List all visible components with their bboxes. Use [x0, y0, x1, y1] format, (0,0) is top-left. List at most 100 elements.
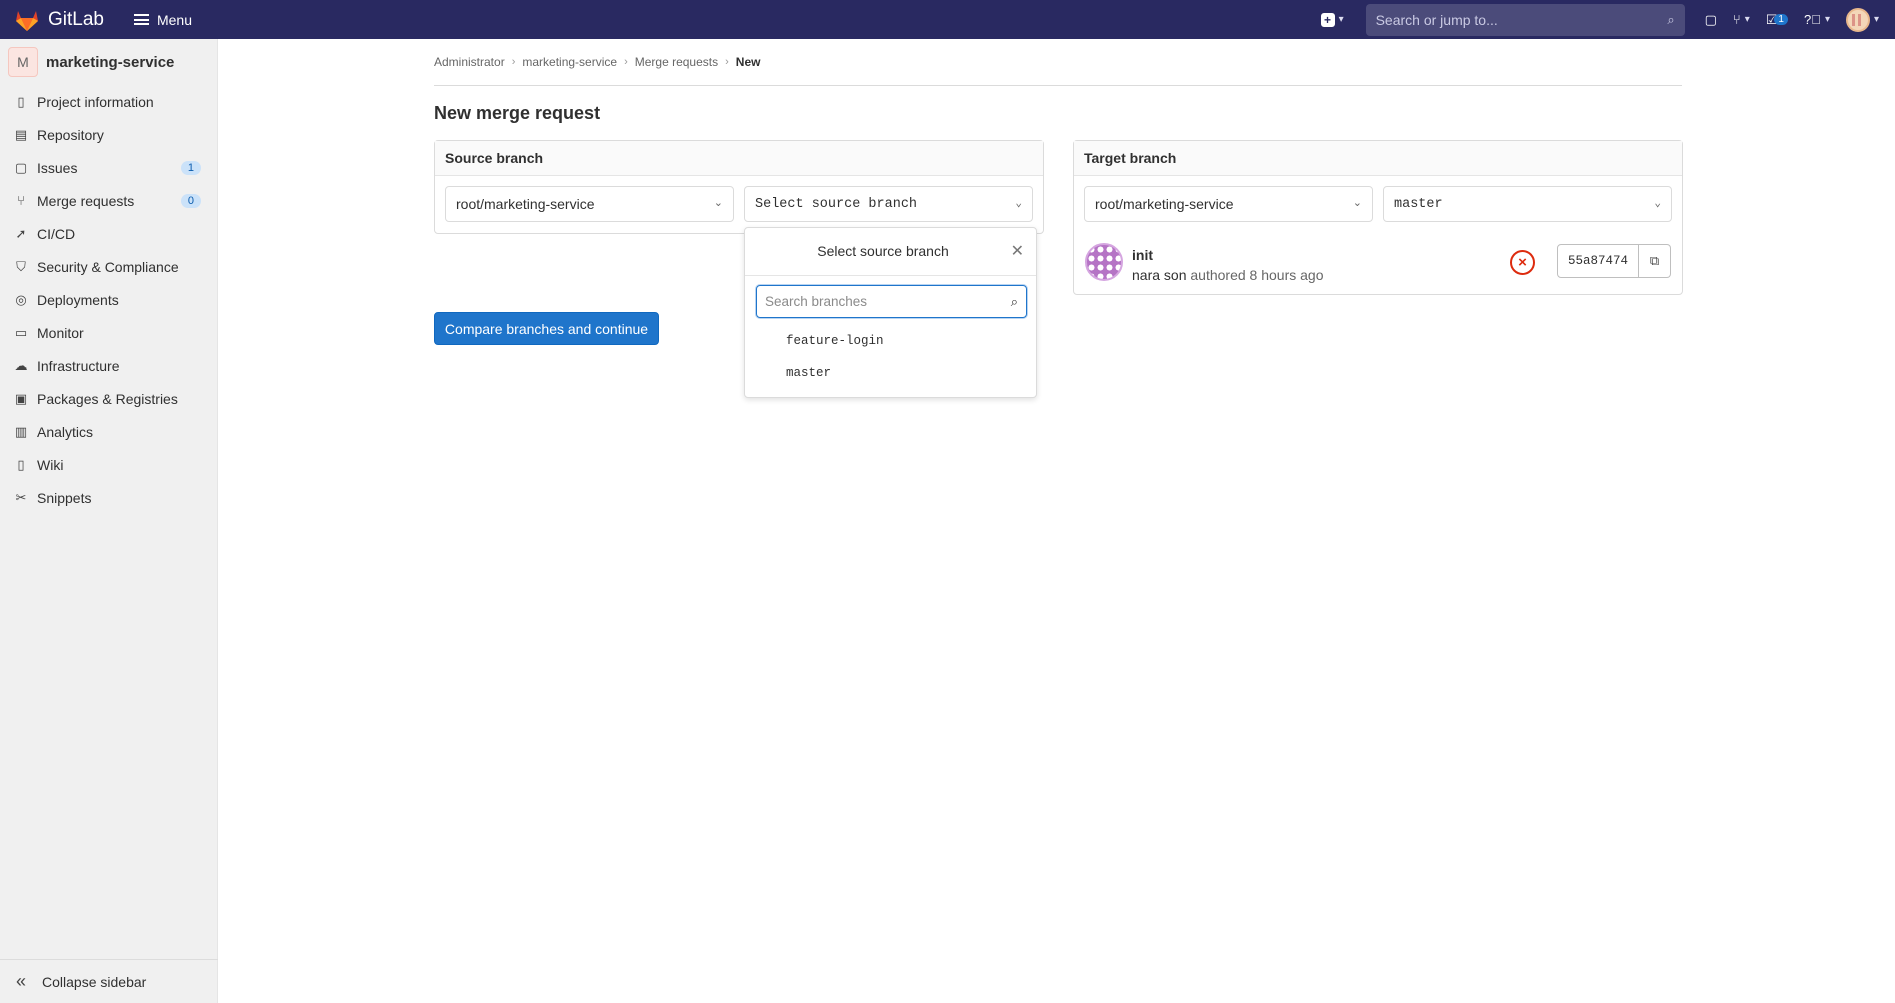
- chevron-right-icon: ›: [725, 56, 729, 68]
- chevron-down-icon: ⌄: [1015, 198, 1022, 210]
- sidebar-project-header[interactable]: M marketing-service: [0, 39, 217, 85]
- source-project-dropdown[interactable]: root/marketing-service ⌄: [445, 186, 734, 222]
- sidebar-item-cicd[interactable]: ➚ CI/CD: [0, 217, 217, 250]
- sidebar-item-label: Monitor: [37, 324, 84, 341]
- breadcrumb-current[interactable]: New: [736, 55, 761, 69]
- top-navbar: GitLab Menu + ▾ ⌕ ▢ ⑂▾ ☑1 ?⃝▾ ▾: [0, 0, 1895, 39]
- sidebar-item-label: Infrastructure: [37, 357, 120, 374]
- chevron-down-icon: ⌄: [1654, 198, 1661, 210]
- compare-branches-button[interactable]: Compare branches and continue: [434, 312, 659, 345]
- help-button[interactable]: ?⃝ ▾: [1804, 12, 1830, 27]
- sidebar-item-issues[interactable]: ▢ Issues 1: [0, 151, 217, 184]
- sidebar-item-label: CI/CD: [37, 225, 76, 242]
- collapse-sidebar-button[interactable]: « Collapse sidebar: [0, 959, 218, 1003]
- merge-requests-shortcut[interactable]: ⑂ ▾: [1733, 12, 1750, 27]
- menu-button[interactable]: Menu: [133, 11, 193, 28]
- search-icon: ⌕: [1010, 293, 1018, 309]
- divider: [745, 275, 1036, 276]
- commit-author[interactable]: nara son: [1132, 267, 1186, 283]
- shield-icon: ⛉: [16, 258, 26, 274]
- branch-option[interactable]: feature-login: [786, 334, 884, 348]
- sidebar-item-analytics[interactable]: ▥ Analytics: [0, 415, 217, 448]
- todo-count-badge: 1: [1774, 14, 1788, 25]
- branch-option[interactable]: master: [786, 366, 831, 380]
- commit-meta: nara son authored 8 hours ago: [1132, 267, 1323, 283]
- sidebar-item-infrastructure[interactable]: ☁ Infrastructure: [0, 349, 217, 382]
- sidebar-item-repository[interactable]: ▤ Repository: [0, 118, 217, 151]
- target-project-dropdown[interactable]: root/marketing-service ⌄: [1084, 186, 1373, 222]
- sidebar-item-deployments[interactable]: ◎ Deployments: [0, 283, 217, 316]
- merge-request-icon: ⑂: [17, 193, 25, 208]
- chevron-down-icon: ⌄: [1352, 197, 1362, 209]
- chevron-down-icon: ⌄: [713, 197, 723, 209]
- sidebar-item-label: Issues: [37, 159, 78, 176]
- menu-label: Menu: [156, 11, 193, 28]
- commit-title[interactable]: init: [1132, 247, 1153, 263]
- source-branch-heading: Source branch: [435, 141, 1043, 176]
- target-branch-dropdown[interactable]: master ⌄: [1383, 186, 1672, 222]
- target-branch-heading: Target branch: [1074, 141, 1682, 176]
- cloud-icon: ☁: [14, 357, 28, 373]
- branch-search-input[interactable]: [765, 294, 1011, 309]
- brand-name: GitLab: [48, 8, 104, 30]
- new-dropdown-button[interactable]: + ▾: [1320, 12, 1344, 27]
- breadcrumb-item[interactable]: Administrator: [434, 55, 505, 69]
- sidebar-item-merge-requests[interactable]: ⑂ Merge requests 0: [0, 184, 217, 217]
- issues-icon: ▢: [1704, 11, 1717, 27]
- rocket-icon: ➚: [15, 225, 27, 241]
- user-menu[interactable]: ▾: [1845, 7, 1879, 32]
- sidebar-item-security[interactable]: ⛉ Security & Compliance: [0, 250, 217, 283]
- page-title: New merge request: [434, 103, 601, 123]
- breadcrumb-item[interactable]: marketing-service: [522, 55, 617, 69]
- gitlab-logo-icon: [16, 10, 38, 31]
- global-search[interactable]: ⌕: [1365, 3, 1685, 36]
- chevron-right-icon: ›: [511, 56, 516, 68]
- breadcrumb: Administrator › marketing-service › Merg…: [434, 55, 760, 69]
- breadcrumb-item[interactable]: Merge requests: [635, 55, 718, 69]
- project-sidebar: M marketing-service ▯ Project informatio…: [0, 39, 218, 1003]
- hamburger-icon: [133, 14, 149, 25]
- user-avatar: [1845, 7, 1870, 32]
- todos-shortcut[interactable]: ☑ 1: [1766, 12, 1788, 28]
- merge-request-icon: ⑂: [1732, 12, 1741, 27]
- source-branch-popover: Select source branch ✕ ⌕ feature-login m…: [744, 227, 1037, 398]
- sidebar-item-wiki[interactable]: ▯ Wiki: [0, 448, 217, 481]
- collapse-sidebar-label: Collapse sidebar: [42, 973, 147, 990]
- scissors-icon: ✂: [15, 489, 27, 505]
- double-chevron-left-icon: «: [16, 971, 27, 991]
- sidebar-item-label: Wiki: [37, 456, 64, 473]
- chart-icon: ▥: [14, 423, 28, 439]
- source-branch-dropdown[interactable]: Select source branch ⌄: [744, 186, 1033, 222]
- popover-title: Select source branch: [817, 243, 949, 259]
- target-project-value: root/marketing-service: [1095, 196, 1234, 212]
- sidebar-item-label: Repository: [37, 126, 104, 143]
- monitor-icon: ▭: [14, 324, 28, 340]
- target-branch-value: master: [1394, 196, 1443, 212]
- close-icon[interactable]: ✕: [1011, 241, 1024, 261]
- global-search-input[interactable]: [1375, 11, 1668, 28]
- gitlab-home-link[interactable]: GitLab: [14, 0, 104, 39]
- commit-sha-group: 55a87474 ⧉: [1557, 244, 1672, 278]
- project-info-icon: ▯: [17, 93, 25, 109]
- sidebar-item-project-information[interactable]: ▯ Project information: [0, 85, 217, 118]
- sidebar-item-label: Snippets: [37, 489, 92, 506]
- book-icon: ▯: [17, 456, 25, 472]
- repository-icon: ▤: [14, 126, 28, 142]
- plus-square-icon: +: [1320, 12, 1335, 27]
- help-icon: ?⃝: [1803, 12, 1821, 27]
- package-icon: ▣: [14, 390, 28, 406]
- branch-search-field[interactable]: ⌕: [756, 285, 1027, 318]
- merge-requests-count-badge: 0: [180, 193, 201, 208]
- copy-icon[interactable]: ⧉: [1639, 244, 1672, 278]
- divider: [434, 85, 1682, 86]
- commit-sha[interactable]: 55a87474: [1557, 244, 1640, 278]
- chevron-down-icon: ▾: [1873, 14, 1879, 25]
- pipeline-failed-icon[interactable]: ×: [1510, 250, 1535, 275]
- issues-shortcut[interactable]: ▢: [1705, 12, 1717, 28]
- sidebar-item-monitor[interactable]: ▭ Monitor: [0, 316, 217, 349]
- source-project-value: root/marketing-service: [456, 196, 595, 212]
- sidebar-item-snippets[interactable]: ✂ Snippets: [0, 481, 217, 514]
- sidebar-item-packages[interactable]: ▣ Packages & Registries: [0, 382, 217, 415]
- issues-icon: ▢: [14, 159, 28, 175]
- commit-author-avatar[interactable]: [1085, 243, 1123, 281]
